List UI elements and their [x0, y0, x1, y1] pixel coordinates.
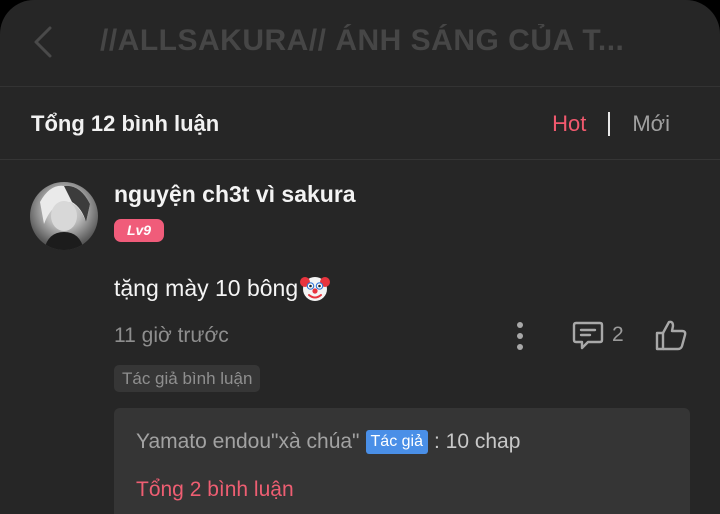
comment-username[interactable]: nguyện ch3t vì sakura	[114, 181, 356, 208]
reply-button[interactable]: 2	[572, 320, 624, 350]
comments-total-label: Tổng 12 bình luận	[31, 111, 220, 136]
reply-preview-box[interactable]: Yamato endou"xà chúa" Tác giả : 10 chap …	[114, 408, 690, 514]
avatar-image-icon	[40, 185, 90, 250]
view-replies-link[interactable]: Tổng 2 bình luận	[136, 478, 294, 502]
author-comment-tag: Tác giả bình luận	[114, 365, 261, 392]
comment-bubble-icon	[572, 321, 604, 350]
reply-author[interactable]: Yamato endou"xà chúa"	[136, 430, 360, 454]
reply-text: : 10 chap	[433, 430, 521, 453]
comments-count-bar: Tổng 12 bình luận Hot Mới	[0, 87, 720, 159]
avatar[interactable]	[30, 182, 98, 250]
section-divider	[0, 159, 720, 160]
author-badge: Tác giả	[365, 430, 428, 454]
sort-new-tab[interactable]: Mới	[632, 111, 670, 137]
comment-timestamp: 11 giờ trước	[114, 324, 229, 347]
more-options-icon[interactable]	[508, 320, 532, 352]
sort-toggle: Hot Mới	[552, 111, 670, 137]
comment-text: tặng mày 10 bông	[114, 274, 299, 301]
sort-hot-tab[interactable]: Hot	[552, 111, 586, 137]
sort-separator	[608, 112, 611, 136]
back-arrow-icon[interactable]	[26, 22, 60, 62]
level-badge: Lv9	[114, 219, 164, 242]
reply-count: 2	[612, 323, 624, 346]
comments-screen: //ALLSAKURA// ÁNH SÁNG CỦA T... Tổng 12 …	[0, 0, 720, 514]
comment-body: tặng mày 10 bông	[114, 273, 331, 303]
reply-preview-line: Yamato endou"xà chúa" Tác giả : 10 chap	[136, 430, 520, 454]
page-title: //ALLSAKURA// ÁNH SÁNG CỦA T...	[100, 24, 625, 57]
clown-face-icon	[300, 277, 331, 301]
header: //ALLSAKURA// ÁNH SÁNG CỦA T...	[0, 0, 720, 86]
thumbs-up-icon[interactable]	[654, 318, 688, 352]
